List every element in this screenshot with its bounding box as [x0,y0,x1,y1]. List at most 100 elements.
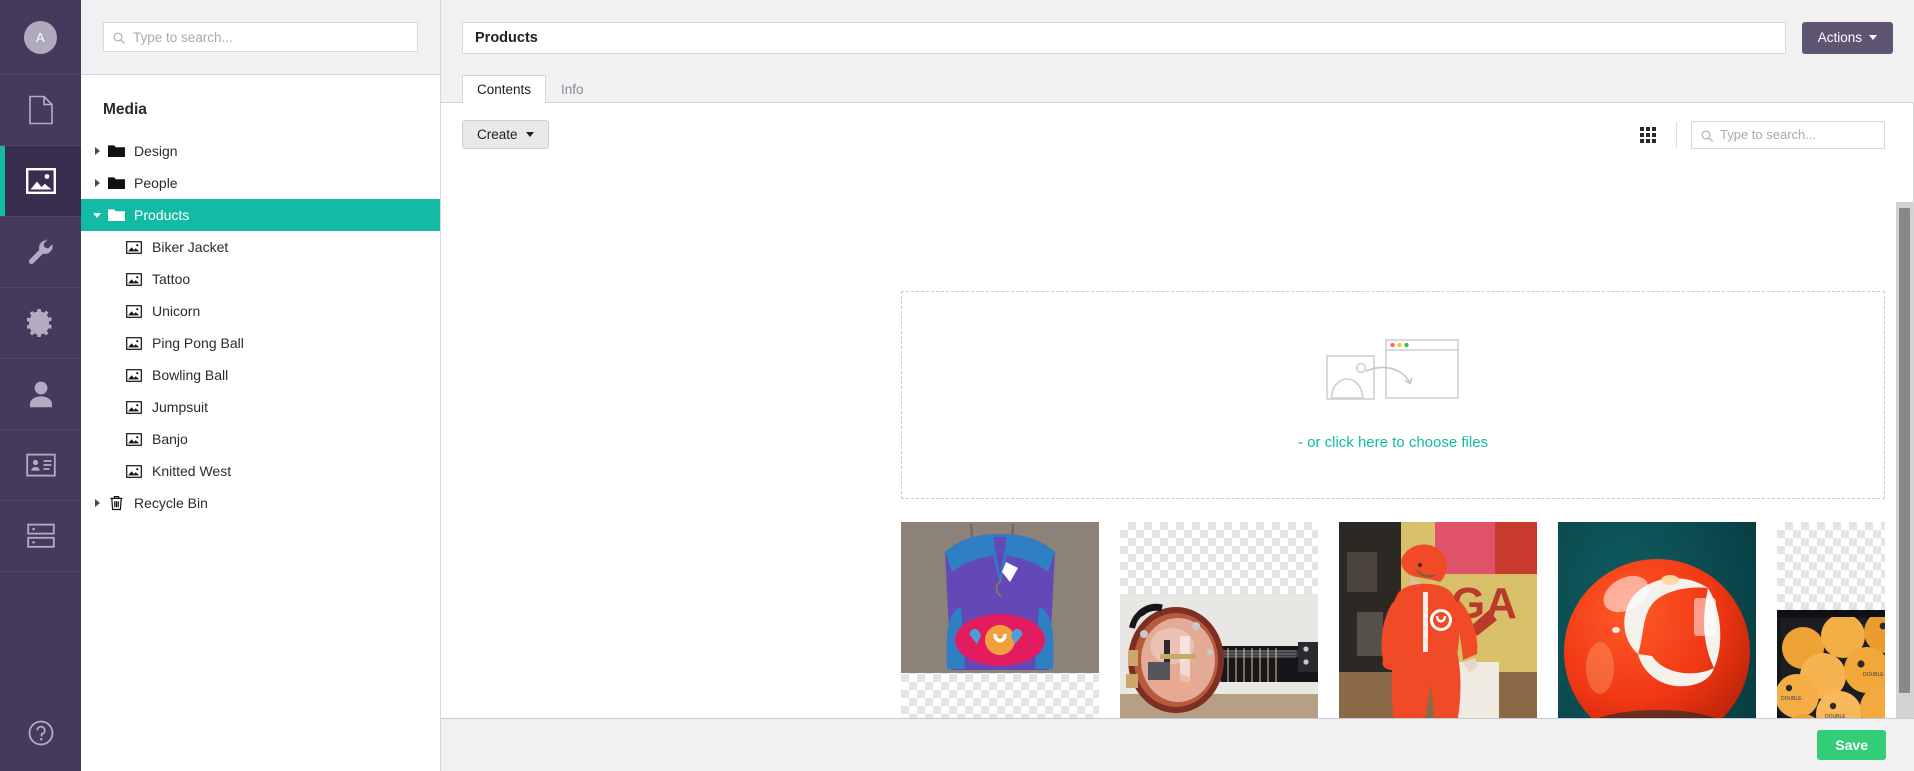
grid-view-icon[interactable] [1626,117,1670,153]
tree-item-design[interactable]: Design [81,135,440,167]
tree-item-label: Knitted West [152,463,232,479]
toolbar-divider [1676,121,1677,148]
chevron-down-icon [1869,35,1877,40]
image-icon [25,168,56,194]
search-input-wrapper[interactable] [103,22,418,52]
image-file-icon [123,368,145,382]
tree-item-label: Biker Jacket [152,239,229,255]
actions-button[interactable]: Actions [1801,21,1893,54]
image-file-icon [123,432,145,446]
tree-item-label: People [134,175,178,191]
tab-contents[interactable]: Contents [462,75,547,103]
trash-icon [105,495,127,511]
tree-item-products[interactable]: Products [81,199,440,231]
id-card-icon [25,453,56,477]
chevron-down-icon [525,132,534,137]
image-file-icon [123,464,145,478]
contents-panel: Create Type to search... - or click here… [441,103,1914,771]
tree-item-people[interactable]: People [81,167,440,199]
image-file-icon [123,304,145,318]
main-header: Actions [441,0,1914,75]
tree-item-recycle-bin[interactable]: Recycle Bin [81,487,440,519]
tree-item-ping-pong-ball[interactable]: Ping Pong Ball [81,327,440,359]
chevron-right-icon[interactable] [89,499,105,507]
tree-item-label: Banjo [152,431,188,447]
choose-files-link[interactable]: - or click here to choose files [1298,434,1488,451]
nav-item-media[interactable] [0,146,81,217]
user-icon [28,380,54,408]
tab-bar: Contents Info [441,75,1914,103]
file-dropzone[interactable]: - or click here to choose files [901,291,1885,499]
tree-item-label: Unicorn [152,303,201,319]
server-icon [26,523,55,549]
chevron-right-icon[interactable] [89,147,105,155]
tree-item-unicorn[interactable]: Unicorn [81,295,440,327]
media-tree-sidebar: Media Design People [81,0,441,771]
tree-item-jumpsuit[interactable]: Jumpsuit [81,391,440,423]
media-section-title: Media [103,101,147,118]
page-title-input[interactable] [475,29,1773,46]
tree-item-tattoo[interactable]: Tattoo [81,263,440,295]
nav-item-members[interactable] [0,430,81,501]
tab-info[interactable]: Info [546,75,599,102]
tree-item-label: Bowling Ball [152,367,229,383]
media-manager-app: A Type to search... Media Design People … [0,0,1914,771]
scrollbar-thumb[interactable] [1899,208,1910,693]
content-search-wrapper[interactable] [1691,120,1885,149]
svg-text:DOUBLE: DOUBLE [1863,672,1884,678]
tree-item-label: Tattoo [152,271,191,287]
save-button[interactable]: Save [1817,730,1886,760]
tab-label: Info [561,81,584,97]
media-tree-list: Design People Products Biker Jacket Tatt… [81,135,440,771]
chevron-down-icon[interactable] [89,212,105,218]
tree-item-biker-jacket[interactable]: Biker Jacket [81,231,440,263]
image-file-icon [123,400,145,414]
search-icon [113,31,125,44]
left-nav-rail: A [0,0,81,771]
search-input[interactable] [104,23,417,51]
tree-item-banjo[interactable]: Banjo [81,423,440,455]
document-icon [28,95,54,125]
nav-item-tools[interactable] [0,217,81,288]
save-bar: Save [441,718,1914,771]
nav-item-settings[interactable] [0,288,81,359]
tree-item-bowling-ball[interactable]: Bowling Ball [81,359,440,391]
actions-button-label: Actions [1817,30,1862,45]
avatar[interactable]: A [24,20,57,54]
tree-item-label: Recycle Bin [134,495,208,511]
tree-item-label: Design [134,143,178,159]
question-circle-icon [26,718,56,753]
gear-icon [26,309,55,337]
wrench-icon [27,238,55,266]
content-toolbar: Create [441,103,1913,166]
nav-item-content[interactable] [0,75,81,146]
create-button[interactable]: Create [462,120,549,149]
dropzone-inner: - or click here to choose files [1298,339,1488,451]
avatar-container[interactable]: A [0,0,81,75]
image-file-icon [123,272,145,286]
rail-spacer [0,572,81,700]
tree-item-label: Jumpsuit [152,399,209,415]
sidebar-search-bar [81,0,440,75]
image-file-icon [123,336,145,350]
folder-icon [105,144,127,158]
image-file-icon [123,240,145,254]
content-scrollbar[interactable] [1896,202,1913,718]
help-button[interactable] [0,700,81,771]
nav-item-packages[interactable] [0,501,81,572]
drag-image-into-browser-illustration [1326,339,1460,418]
tree-item-knitted-west[interactable]: Knitted West [81,455,440,487]
search-icon [1701,129,1713,142]
content-search-input[interactable] [1692,121,1884,148]
tree-item-label: Ping Pong Ball [152,335,244,351]
create-button-label: Create [477,127,518,142]
main-content-area: Actions Contents Info Create [441,0,1914,771]
svg-text:DOUBLE: DOUBLE [1781,696,1802,702]
folder-icon [105,176,127,190]
page-title-field[interactable] [462,21,1786,54]
nav-item-users[interactable] [0,359,81,430]
folder-open-icon [105,208,127,222]
toolbar-right-group [1626,117,1913,153]
chevron-right-icon[interactable] [89,179,105,187]
tab-label: Contents [477,82,532,97]
